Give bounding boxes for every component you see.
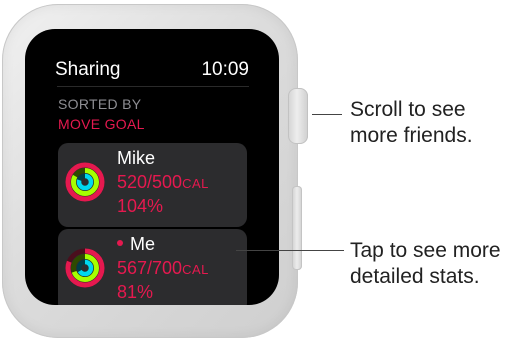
friend-card-me[interactable]: Me 567/700CAL 81% [58, 229, 247, 305]
crown-callout: Scroll to see more friends. [350, 97, 473, 149]
clock-time: 10:09 [201, 59, 249, 80]
activity-rings-icon [65, 162, 105, 202]
crown-callout-line2: more friends. [350, 124, 473, 147]
watch-screen: Sharing 10:09 SORTED BY MOVE GOAL Mike 5… [25, 29, 279, 305]
crown-callout-line1: Scroll to see [350, 98, 466, 121]
sort-label: SORTED BY [58, 96, 142, 112]
friend-calories: 520/500CAL [117, 172, 209, 193]
activity-rings-icon [65, 248, 105, 288]
friend-calories: 567/700CAL [117, 258, 209, 279]
card-callout-line2: detailed stats. [350, 265, 480, 288]
status-bar: Sharing 10:09 [55, 59, 249, 81]
header-divider [57, 86, 249, 87]
friend-card-mike[interactable]: Mike 520/500CAL 104% [58, 143, 247, 227]
calories-value: 567/700 [117, 258, 183, 278]
calories-unit: CAL [182, 176, 209, 191]
friend-name-text: Me [130, 234, 156, 254]
card-callout: Tap to see more detailed stats. [350, 238, 501, 290]
calories-unit: CAL [182, 262, 209, 277]
friend-name: Me [117, 234, 155, 255]
digital-crown[interactable] [288, 88, 308, 144]
app-title: Sharing [55, 59, 121, 80]
friend-percent: 81% [117, 282, 154, 302]
card-callout-line [236, 250, 344, 251]
card-callout-line1: Tap to see more [350, 239, 501, 262]
friend-name: Mike [117, 148, 156, 168]
sort-value[interactable]: MOVE GOAL [58, 116, 145, 132]
me-indicator-dot [117, 240, 123, 247]
side-button[interactable] [292, 186, 302, 270]
calories-value: 520/500 [117, 172, 183, 192]
friend-percent: 104% [117, 196, 164, 216]
crown-callout-line [312, 114, 342, 115]
